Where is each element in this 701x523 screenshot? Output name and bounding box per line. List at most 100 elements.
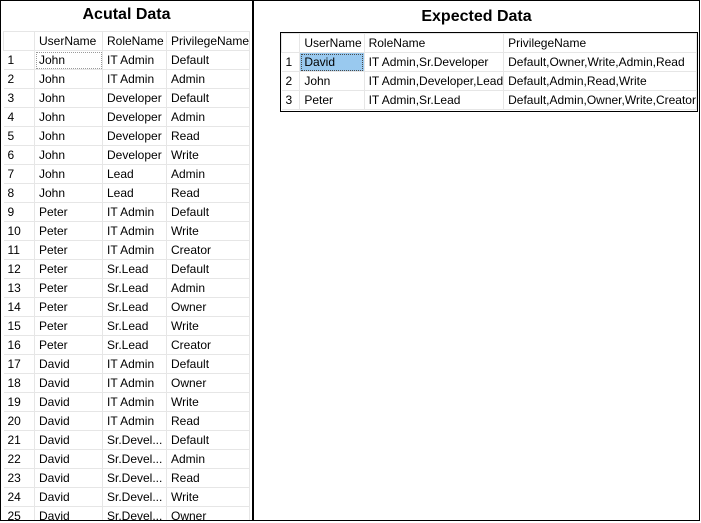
actual-cell-rolename[interactable]: IT Admin <box>102 392 167 412</box>
actual-table-row[interactable]: 23 David Sr.Devel... Read <box>3 468 251 488</box>
actual-cell-rolename[interactable]: Sr.Devel... <box>102 506 167 520</box>
actual-row-number[interactable]: 24 <box>3 487 35 507</box>
expected-cell-username[interactable]: David <box>299 52 365 72</box>
actual-cell-privilegename[interactable]: Read <box>165 126 251 146</box>
actual-column-header-privilegename[interactable]: PrivilegeName <box>165 31 251 51</box>
actual-cell-privilegename[interactable]: Read <box>165 183 251 203</box>
actual-cell-username[interactable]: Peter <box>34 259 103 279</box>
expected-table-row[interactable]: 1 David IT Admin,Sr.Developer Default,Owner… <box>281 52 697 72</box>
actual-row-number[interactable]: 7 <box>3 164 35 184</box>
actual-row-number[interactable]: 17 <box>3 354 35 374</box>
actual-row-number[interactable]: 9 <box>3 202 35 222</box>
actual-cell-rolename[interactable]: Sr.Devel... <box>102 468 167 488</box>
actual-table-row[interactable]: 8 John Lead Read <box>3 183 251 203</box>
actual-cell-rolename[interactable]: IT Admin <box>102 221 167 241</box>
actual-cell-rolename[interactable]: IT Admin <box>102 373 167 393</box>
actual-row-number[interactable]: 16 <box>3 335 35 355</box>
actual-table-row[interactable]: 20 David IT Admin Read <box>3 411 251 431</box>
expected-cell-username[interactable]: John <box>299 71 365 91</box>
actual-cell-username[interactable]: David <box>34 392 103 412</box>
actual-row-number[interactable]: 3 <box>3 88 35 108</box>
actual-cell-privilegename[interactable]: Creator <box>165 240 251 260</box>
expected-table-row[interactable]: 2 John IT Admin,Developer,Lead Default,Admi… <box>281 71 697 91</box>
actual-cell-username[interactable]: David <box>34 430 103 450</box>
actual-cell-rolename[interactable]: Sr.Devel... <box>102 487 167 507</box>
actual-cell-rolename[interactable]: IT Admin <box>102 354 167 374</box>
actual-table-row[interactable]: 24 David Sr.Devel... Write <box>3 487 251 507</box>
actual-cell-privilegename[interactable]: Default <box>165 259 251 279</box>
actual-cell-privilegename[interactable]: Admin <box>165 164 251 184</box>
actual-cell-privilegename[interactable]: Admin <box>165 278 251 298</box>
actual-table-row[interactable]: 16 Peter Sr.Lead Creator <box>3 335 251 355</box>
actual-cell-privilegename[interactable]: Default <box>165 202 251 222</box>
actual-table-row[interactable]: 25 David Sr.Devel... Owner <box>3 506 251 520</box>
actual-table-row[interactable]: 19 David IT Admin Write <box>3 392 251 412</box>
actual-column-header-rownum[interactable] <box>3 31 35 51</box>
actual-cell-rolename[interactable]: Sr.Devel... <box>102 449 167 469</box>
actual-row-number[interactable]: 18 <box>3 373 35 393</box>
actual-cell-rolename[interactable]: IT Admin <box>102 69 167 89</box>
actual-cell-username[interactable]: John <box>34 183 103 203</box>
actual-row-number[interactable]: 22 <box>3 449 35 469</box>
actual-table-row[interactable]: 2 John IT Admin Admin <box>3 69 251 89</box>
actual-cell-username[interactable]: David <box>34 506 103 520</box>
actual-cell-rolename[interactable]: Sr.Devel... <box>102 430 167 450</box>
actual-table-row[interactable]: 6 John Developer Write <box>3 145 251 165</box>
actual-row-number[interactable]: 5 <box>3 126 35 146</box>
expected-row-number[interactable]: 3 <box>281 90 301 110</box>
actual-cell-privilegename[interactable]: Admin <box>165 107 251 127</box>
actual-cell-privilegename[interactable]: Owner <box>165 506 251 520</box>
actual-cell-rolename[interactable]: Lead <box>102 164 167 184</box>
actual-cell-privilegename[interactable]: Read <box>165 468 251 488</box>
actual-row-number[interactable]: 21 <box>3 430 35 450</box>
actual-cell-username[interactable]: David <box>34 468 103 488</box>
expected-column-header-rownum[interactable] <box>281 33 301 53</box>
actual-cell-privilegename[interactable]: Default <box>165 354 251 374</box>
actual-table-row[interactable]: 13 Peter Sr.Lead Admin <box>3 278 251 298</box>
actual-cell-username[interactable]: David <box>34 354 103 374</box>
actual-cell-rolename[interactable]: Developer <box>102 145 167 165</box>
actual-cell-rolename[interactable]: IT Admin <box>102 240 167 260</box>
expected-cell-rolename[interactable]: IT Admin,Sr.Lead <box>363 90 505 110</box>
actual-cell-rolename[interactable]: IT Admin <box>102 202 167 222</box>
actual-cell-rolename[interactable]: Developer <box>102 126 167 146</box>
actual-row-number[interactable]: 4 <box>3 107 35 127</box>
actual-row-number[interactable]: 2 <box>3 69 35 89</box>
actual-cell-username[interactable]: John <box>34 126 103 146</box>
actual-cell-username[interactable]: David <box>34 449 103 469</box>
actual-row-number[interactable]: 19 <box>3 392 35 412</box>
actual-cell-rolename[interactable]: Lead <box>102 183 167 203</box>
actual-cell-username[interactable]: David <box>34 373 103 393</box>
actual-cell-rolename[interactable]: Sr.Lead <box>102 259 167 279</box>
actual-cell-privilegename[interactable]: Write <box>165 221 251 241</box>
actual-cell-privilegename[interactable]: Owner <box>165 297 251 317</box>
actual-table-row[interactable]: 4 John Developer Admin <box>3 107 251 127</box>
actual-cell-username[interactable]: John <box>34 145 103 165</box>
expected-row-number[interactable]: 1 <box>281 52 301 72</box>
actual-row-number[interactable]: 15 <box>3 316 35 336</box>
expected-cell-rolename[interactable]: IT Admin,Sr.Developer <box>363 52 505 72</box>
actual-cell-username[interactable]: David <box>34 487 103 507</box>
actual-table-row[interactable]: 11 Peter IT Admin Creator <box>3 240 251 260</box>
actual-column-header-rolename[interactable]: RoleName <box>102 31 167 51</box>
actual-cell-username[interactable]: Peter <box>34 316 103 336</box>
actual-cell-rolename[interactable]: Sr.Lead <box>102 316 167 336</box>
actual-table-row[interactable]: 12 Peter Sr.Lead Default <box>3 259 251 279</box>
actual-cell-privilegename[interactable]: Default <box>165 88 251 108</box>
actual-cell-privilegename[interactable]: Admin <box>165 69 251 89</box>
actual-row-number[interactable]: 6 <box>3 145 35 165</box>
expected-cell-rolename[interactable]: IT Admin,Developer,Lead <box>363 71 505 91</box>
actual-cell-username[interactable]: Peter <box>34 278 103 298</box>
expected-data-grid[interactable]: UserName RoleName PrivilegeName 1 David IT A… <box>281 33 697 110</box>
actual-cell-privilegename[interactable]: Admin <box>165 449 251 469</box>
actual-table-row[interactable]: 7 John Lead Admin <box>3 164 251 184</box>
actual-table-row[interactable]: 9 Peter IT Admin Default <box>3 202 251 222</box>
actual-cell-privilegename[interactable]: Creator <box>165 335 251 355</box>
actual-cell-rolename[interactable]: Sr.Lead <box>102 335 167 355</box>
actual-cell-rolename[interactable]: IT Admin <box>102 50 167 70</box>
actual-row-number[interactable]: 20 <box>3 411 35 431</box>
actual-table-row[interactable]: 21 David Sr.Devel... Default <box>3 430 251 450</box>
actual-table-row[interactable]: 3 John Developer Default <box>3 88 251 108</box>
actual-cell-rolename[interactable]: Sr.Lead <box>102 297 167 317</box>
actual-cell-privilegename[interactable]: Owner <box>165 373 251 393</box>
